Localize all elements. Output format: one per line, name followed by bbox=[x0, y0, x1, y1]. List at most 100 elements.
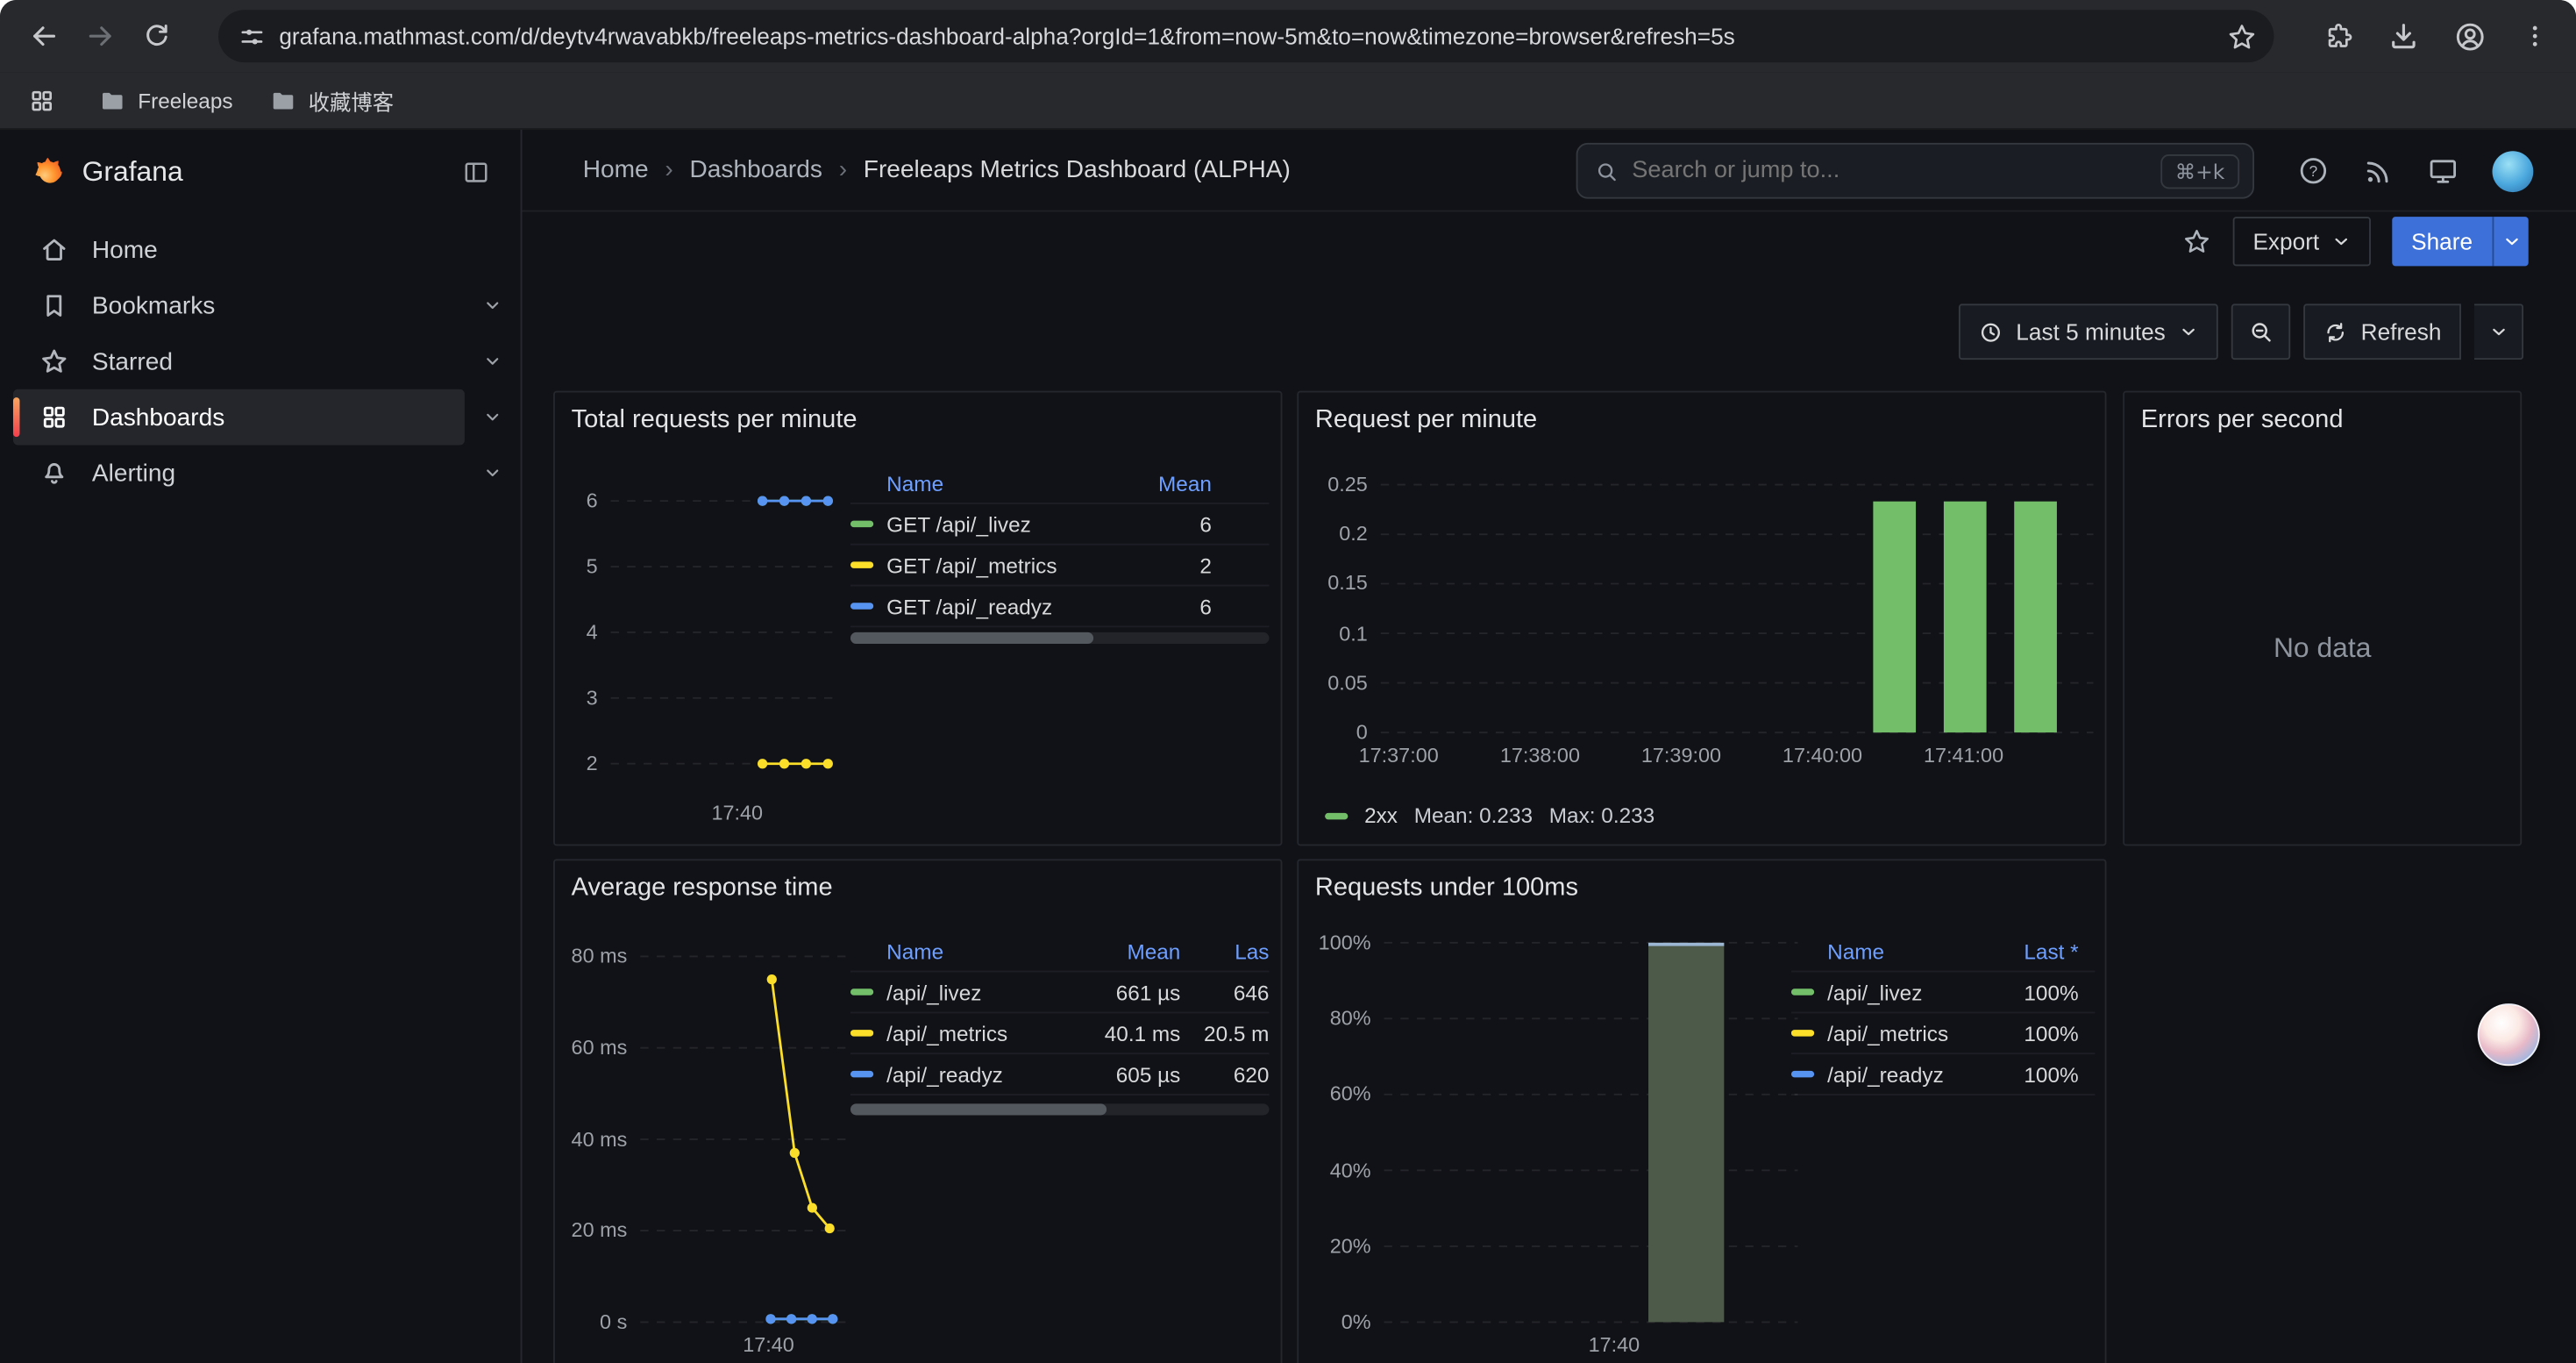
brand-row: Grafana bbox=[0, 130, 521, 215]
series-name[interactable]: 2xx bbox=[1364, 803, 1398, 828]
series-mean: 2 bbox=[1120, 553, 1212, 577]
series-name[interactable]: GET /api/_metrics bbox=[886, 553, 1057, 577]
refresh-interval-caret[interactable] bbox=[2474, 303, 2523, 360]
panel-title[interactable]: Requests under 100ms bbox=[1315, 874, 1578, 903]
series-name[interactable]: /api/_readyz bbox=[886, 1062, 1003, 1087]
sidebar-label: Dashboards bbox=[92, 403, 224, 432]
requests-under-100ms-chart[interactable]: 100%80%60%40%20%0%17:40 bbox=[1312, 933, 1804, 1363]
breadcrumb-dashboards[interactable]: Dashboards bbox=[689, 156, 822, 184]
collapse-sidebar-icon[interactable] bbox=[452, 148, 501, 197]
sidebar-item-home: Home bbox=[0, 222, 521, 278]
bookmark-item-blog[interactable]: 收藏博客 bbox=[269, 84, 394, 116]
sidebar-link-bookmarks[interactable]: Bookmarks bbox=[13, 277, 465, 333]
total-requests-chart[interactable]: 6543217:40 bbox=[565, 465, 847, 832]
series-name[interactable]: /api/_metrics bbox=[1827, 1021, 1948, 1045]
chevron-down-icon[interactable] bbox=[465, 406, 521, 429]
panel-title[interactable]: Errors per second bbox=[2141, 406, 2344, 436]
legend-row: /api/_livez 661 µs 646 bbox=[850, 973, 1269, 1014]
favorite-star-icon[interactable] bbox=[2182, 226, 2212, 256]
search-box[interactable]: ⌘+k bbox=[1576, 143, 2254, 199]
legend-header-name[interactable]: Name bbox=[1791, 939, 1884, 964]
legend-scrollbar[interactable] bbox=[850, 632, 1269, 644]
browser-menu-icon[interactable] bbox=[2507, 8, 2563, 64]
legend-row: /api/_livez 100% bbox=[1791, 973, 2095, 1014]
avg-response-time-chart[interactable]: 80 ms60 ms40 ms20 ms0 s17:40 bbox=[565, 933, 854, 1363]
scrollbar-thumb[interactable] bbox=[850, 1103, 1106, 1115]
bookmark-item-freeleaps[interactable]: Freeleaps bbox=[98, 86, 232, 114]
series-name[interactable]: /api/_readyz bbox=[1827, 1062, 1944, 1087]
chevron-down-icon[interactable] bbox=[465, 294, 521, 317]
breadcrumb-current[interactable]: Freeleaps Metrics Dashboard (ALPHA) bbox=[864, 156, 1291, 184]
share-button[interactable]: Share bbox=[2392, 217, 2529, 266]
sidebar-link-starred[interactable]: Starred bbox=[13, 333, 465, 389]
series-name[interactable]: GET /api/_livez bbox=[886, 511, 1031, 536]
extensions-icon[interactable] bbox=[2310, 8, 2366, 64]
series-name[interactable]: /api/_metrics bbox=[886, 1021, 1007, 1045]
grafana-logo-icon[interactable] bbox=[26, 153, 66, 192]
zoom-out-button[interactable] bbox=[2231, 303, 2290, 360]
share-menu-caret[interactable] bbox=[2493, 217, 2529, 266]
bookmark-star-icon[interactable] bbox=[2226, 20, 2258, 52]
sidebar-link-alerting[interactable]: Alerting bbox=[13, 445, 465, 501]
series-mean: 605 µs bbox=[1069, 1062, 1180, 1087]
series-legend: 2xx Mean: 0.233 Max: 0.233 bbox=[1325, 803, 1654, 828]
folder-icon bbox=[269, 86, 297, 114]
sidebar-label: Home bbox=[92, 236, 158, 264]
time-range-label: Last 5 minutes bbox=[2016, 318, 2166, 345]
site-info-icon[interactable] bbox=[238, 22, 267, 50]
news-rss-icon[interactable] bbox=[2363, 155, 2395, 187]
legend-header-name[interactable]: Name bbox=[850, 939, 943, 964]
sidebar-link-home[interactable]: Home bbox=[13, 222, 465, 278]
downloads-icon[interactable] bbox=[2376, 8, 2432, 64]
sidebar: Grafana Home Bookmarks bbox=[0, 130, 522, 1363]
legend-header-last[interactable]: Las bbox=[1180, 939, 1269, 964]
header-icons: ? bbox=[2297, 130, 2534, 212]
dashboard-actions-bar: Export Share bbox=[522, 212, 2576, 271]
time-range-picker[interactable]: Last 5 minutes bbox=[1959, 303, 2218, 360]
legend-row: /api/_readyz 605 µs 620 bbox=[850, 1054, 1269, 1095]
toolbar-right-cluster bbox=[2310, 0, 2563, 72]
legend-table: Name Mean Las /api/_livez 661 µs 646 /ap… bbox=[850, 933, 1269, 1095]
legend-header-name[interactable]: Name bbox=[850, 471, 943, 496]
legend-header-last[interactable]: Last * bbox=[1974, 939, 2079, 964]
legend-row: GET /api/_livez 6 bbox=[850, 504, 1269, 546]
reload-button[interactable] bbox=[128, 8, 184, 64]
forward-button[interactable] bbox=[72, 8, 128, 64]
floating-avatar-widget[interactable] bbox=[2478, 1003, 2540, 1066]
legend-header-mean[interactable]: Mean bbox=[1120, 471, 1212, 496]
browser-window: Freeleaps 收藏博客 Grafana bbox=[0, 0, 2576, 1363]
panel-title[interactable]: Request per minute bbox=[1315, 406, 1537, 436]
address-bar[interactable] bbox=[218, 10, 2274, 62]
search-input[interactable] bbox=[1632, 158, 2147, 184]
grafana-header: Home › Dashboards › Freeleaps Metrics Da… bbox=[522, 130, 2576, 212]
apps-grid-icon[interactable] bbox=[19, 79, 62, 122]
legend-header-mean[interactable]: Mean bbox=[1069, 939, 1180, 964]
bookmark-icon bbox=[39, 290, 69, 320]
chevron-down-icon[interactable] bbox=[465, 461, 521, 484]
sidebar-label: Alerting bbox=[92, 459, 175, 487]
series-name[interactable]: /api/_livez bbox=[886, 980, 981, 1004]
series-name[interactable]: /api/_livez bbox=[1827, 980, 1922, 1004]
profile-avatar-icon[interactable] bbox=[2441, 8, 2497, 64]
chevron-down-icon[interactable] bbox=[465, 350, 521, 373]
series-name[interactable]: GET /api/_readyz bbox=[886, 594, 1052, 618]
export-button[interactable]: Export bbox=[2233, 217, 2370, 266]
back-button[interactable] bbox=[17, 8, 73, 64]
scrollbar-thumb[interactable] bbox=[850, 632, 1093, 644]
dashboards-grid-icon bbox=[39, 403, 69, 432]
url-input[interactable] bbox=[279, 23, 2213, 49]
help-icon[interactable]: ? bbox=[2297, 154, 2330, 187]
panel-title[interactable]: Average response time bbox=[572, 874, 833, 903]
panel-title[interactable]: Total requests per minute bbox=[572, 406, 857, 436]
monitor-icon[interactable] bbox=[2427, 154, 2459, 187]
refresh-button[interactable]: Refresh bbox=[2303, 303, 2461, 360]
requests-per-minute-chart[interactable]: 0.250.20.150.10.05017:37:0017:38:0017:39… bbox=[1312, 458, 2100, 774]
sidebar-link-dashboards[interactable]: Dashboards bbox=[13, 389, 465, 446]
legend-row: /api/_readyz 100% bbox=[1791, 1054, 2095, 1095]
legend-scrollbar[interactable] bbox=[850, 1103, 1269, 1115]
refresh-label: Refresh bbox=[2361, 318, 2442, 345]
series-last: 100% bbox=[1974, 1021, 2079, 1045]
series-color-swatch bbox=[1791, 1071, 1814, 1077]
breadcrumb-home[interactable]: Home bbox=[583, 156, 649, 184]
user-avatar[interactable] bbox=[2493, 150, 2534, 191]
